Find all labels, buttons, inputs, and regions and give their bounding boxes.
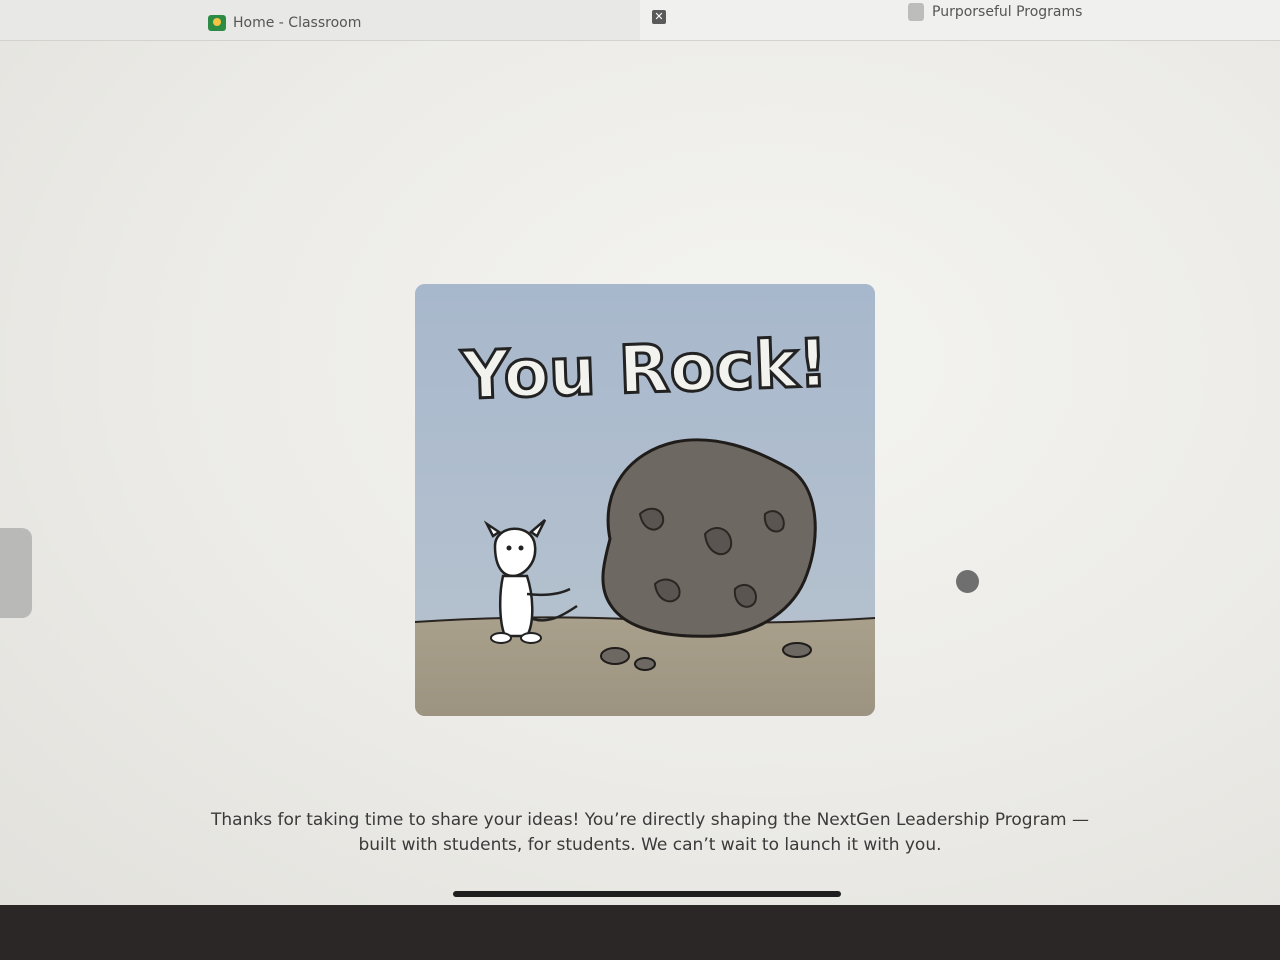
home-indicator[interactable]: [453, 891, 841, 897]
thank-you-message: Thanks for taking time to share your ide…: [170, 808, 1130, 858]
you-rock-title: You Rock!: [459, 325, 829, 415]
tab-bar: Home - Classroom ✕ Purporseful Programs: [0, 0, 1280, 41]
you-rock-illustration: You Rock!: [415, 284, 875, 716]
message-line-1: Thanks for taking time to share your ide…: [211, 810, 1089, 830]
screen: Home - Classroom ✕ Purporseful Programs: [0, 0, 1280, 905]
side-panel-handle[interactable]: [0, 528, 32, 618]
indicator-dot: [956, 570, 979, 593]
tab-purposeful-programs[interactable]: Purporseful Programs: [908, 0, 1082, 24]
classroom-icon: [208, 15, 226, 31]
tab-home-label: Home - Classroom: [233, 15, 362, 31]
tab-home-classroom[interactable]: Home - Classroom: [208, 11, 361, 35]
close-tab-button[interactable]: ✕: [652, 10, 666, 24]
document-icon: [908, 3, 924, 21]
you-rock-image: You Rock!: [415, 284, 875, 716]
tab-purpose-label: Purporseful Programs: [932, 4, 1083, 20]
message-line-2: built with students, for students. We ca…: [358, 835, 942, 855]
